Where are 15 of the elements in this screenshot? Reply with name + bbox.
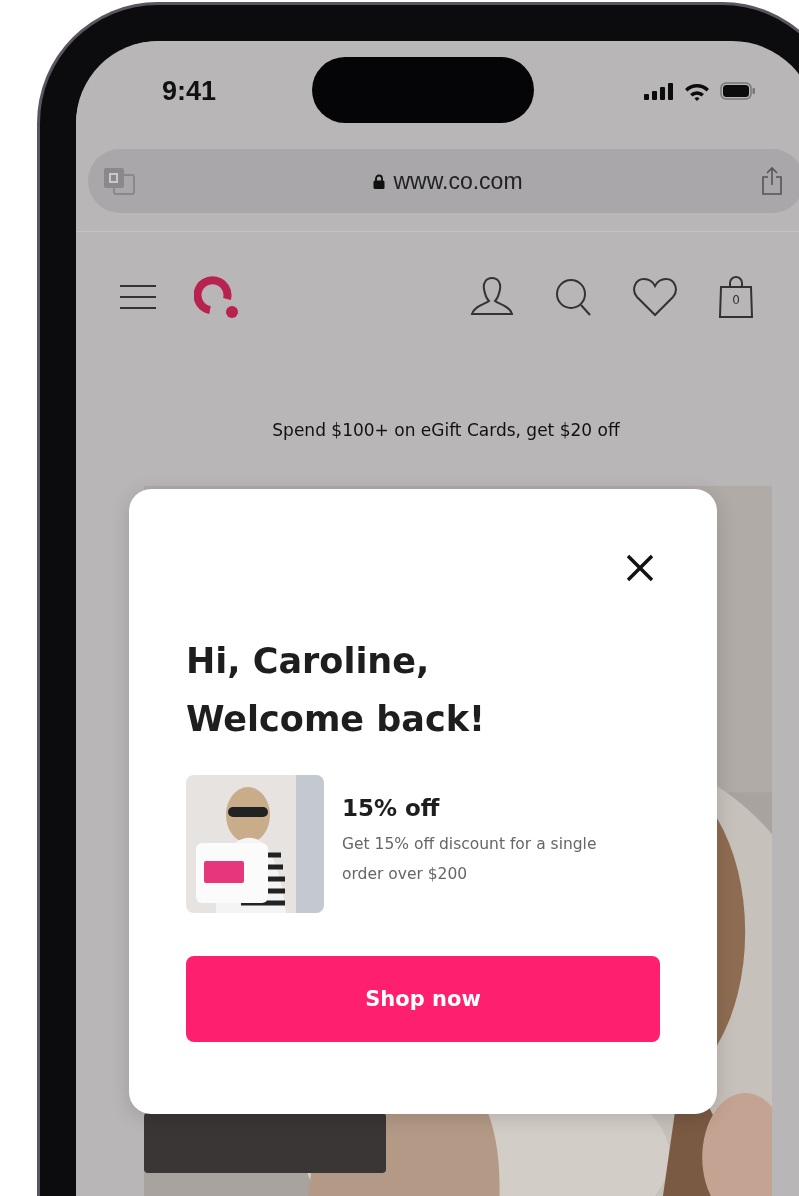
logo-icon[interactable]: [194, 275, 240, 319]
share-icon[interactable]: [760, 166, 784, 196]
cart-count: 0: [731, 293, 741, 307]
menu-icon[interactable]: [120, 284, 156, 310]
promo-banner-text: Spend $100+ on eGift Cards, get $20 off: [271, 420, 621, 440]
heart-icon[interactable]: [632, 277, 678, 317]
lock-icon: [373, 173, 386, 189]
wifi-icon: [684, 81, 710, 101]
search-icon[interactable]: [554, 277, 592, 317]
battery-icon: [720, 82, 756, 100]
account-icon[interactable]: [470, 276, 514, 318]
address-bar[interactable]: www.co.com: [88, 149, 799, 213]
signal-icon: [644, 82, 674, 100]
url-text: www.co.com: [393, 167, 523, 195]
status-time: 9:41: [162, 75, 217, 107]
